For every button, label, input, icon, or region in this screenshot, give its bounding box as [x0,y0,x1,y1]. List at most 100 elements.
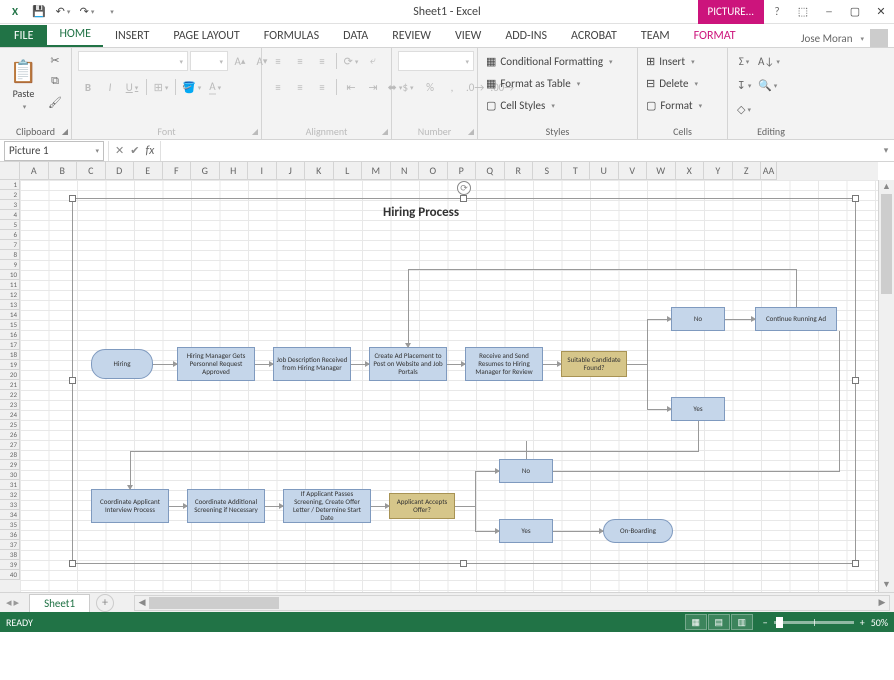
percent-icon[interactable]: % [420,77,440,97]
row-header[interactable]: 35 [0,520,20,530]
format-as-table-button[interactable]: ▦ Format as Table▾ [484,73,582,93]
font-launcher-icon[interactable]: ◢ [252,127,258,137]
wrap-text-icon[interactable]: ⤶ [363,51,383,71]
align-left-icon[interactable]: ≡ [268,77,288,97]
column-header[interactable]: N [391,162,420,180]
row-header[interactable]: 8 [0,250,20,260]
column-header[interactable]: W [647,162,676,180]
conditional-formatting-button[interactable]: ▦ Conditional Formatting▾ [484,51,615,71]
sort-filter-icon[interactable]: A↓▾ [756,51,782,71]
tab-home[interactable]: HOME [47,23,103,47]
qat-customize-icon[interactable]: ▾ [100,1,122,23]
row-header[interactable]: 27 [0,440,20,450]
clipboard-launcher-icon[interactable]: ◢ [62,127,68,137]
hscroll-thumb[interactable] [149,597,279,609]
bold-button[interactable]: B [78,77,98,97]
column-header[interactable]: B [49,162,78,180]
tab-view[interactable]: VIEW [443,25,493,47]
user-area[interactable]: Jose Moran ▾ [801,29,894,47]
align-center-icon[interactable]: ≡ [290,77,310,97]
row-header[interactable]: 40 [0,570,20,580]
row-header[interactable]: 26 [0,430,20,440]
alignment-launcher-icon[interactable]: ◢ [382,127,388,137]
cells-grid[interactable]: ⟳ Hiring Process Hiring Hiring Manager G… [20,180,878,592]
row-header[interactable]: 29 [0,460,20,470]
column-header[interactable]: R [505,162,534,180]
formula-input[interactable] [160,141,878,161]
font-family-select[interactable]: ▾ [78,51,188,71]
column-header[interactable]: F [163,162,192,180]
column-header[interactable]: X [676,162,705,180]
row-header[interactable]: 7 [0,240,20,250]
enter-formula-icon[interactable]: ✔ [130,144,139,157]
tab-team[interactable]: TEAM [629,25,682,47]
row-header[interactable]: 33 [0,500,20,510]
row-header[interactable]: 12 [0,290,20,300]
fx-icon[interactable]: fx [145,144,154,158]
comma-icon[interactable]: , [442,77,462,97]
row-header[interactable]: 38 [0,550,20,560]
row-header[interactable]: 28 [0,450,20,460]
scroll-left-icon[interactable]: ◀ [135,596,149,610]
row-header[interactable]: 24 [0,410,20,420]
orientation-icon[interactable]: ⟳▾ [341,51,361,71]
zoom-slider[interactable] [774,621,854,624]
tab-formulas[interactable]: FORMULAS [252,25,331,47]
minimize-icon[interactable]: ─ [816,0,842,24]
fill-color-icon[interactable]: 🪣▾ [180,77,203,97]
row-header[interactable]: 10 [0,270,20,280]
help-icon[interactable]: ? [764,0,790,24]
row-header[interactable]: 21 [0,380,20,390]
row-header[interactable]: 9 [0,260,20,270]
insert-cells-button[interactable]: ⊞ Insert▾ [644,51,697,71]
column-header[interactable]: D [106,162,135,180]
picture-selection[interactable]: ⟳ Hiring Process Hiring Hiring Manager G… [72,198,856,564]
autosum-icon[interactable]: Σ▾ [734,51,754,71]
increase-indent-icon[interactable]: ⇥ [363,77,383,97]
excel-icon[interactable]: X [4,1,26,23]
horizontal-scrollbar[interactable]: ◀ ▶ [134,595,890,611]
row-header[interactable]: 13 [0,300,20,310]
row-header[interactable]: 36 [0,530,20,540]
tab-file[interactable]: FILE [0,25,47,47]
save-icon[interactable]: 💾 [28,1,50,23]
align-bottom-icon[interactable]: ≡ [312,51,332,71]
row-header[interactable]: 1 [0,180,20,190]
column-header[interactable]: Q [476,162,505,180]
scroll-down-icon[interactable]: ▼ [879,578,894,592]
column-header[interactable]: Z [733,162,762,180]
column-header[interactable]: AA [761,162,777,180]
row-header[interactable]: 2 [0,190,20,200]
vertical-scrollbar[interactable]: ▲ ▼ [878,180,894,592]
expand-formula-bar-icon[interactable]: ▾ [878,145,894,156]
row-header[interactable]: 14 [0,310,20,320]
close-icon[interactable]: ✕ [868,0,894,24]
zoom-level[interactable]: 50% [871,616,888,629]
cell-styles-button[interactable]: ▢ Cell Styles▾ [484,95,557,115]
column-header[interactable]: E [134,162,163,180]
row-header[interactable]: 16 [0,330,20,340]
number-launcher-icon[interactable]: ◢ [468,127,474,137]
row-header[interactable]: 23 [0,400,20,410]
row-header[interactable]: 25 [0,420,20,430]
border-icon[interactable]: ⊞▾ [151,77,171,97]
column-header[interactable]: K [305,162,334,180]
format-painter-icon[interactable]: 🖌 [45,93,65,111]
row-header[interactable]: 34 [0,510,20,520]
align-top-icon[interactable]: ≡ [268,51,288,71]
number-format-select[interactable]: ▾ [398,51,474,71]
scroll-up-icon[interactable]: ▲ [879,180,894,194]
tab-data[interactable]: DATA [331,25,380,47]
redo-icon[interactable]: ↷▾ [76,1,98,23]
align-right-icon[interactable]: ≡ [312,77,332,97]
column-header[interactable]: U [590,162,619,180]
tab-page-layout[interactable]: PAGE LAYOUT [161,25,251,47]
row-header[interactable]: 31 [0,480,20,490]
column-header[interactable]: O [419,162,448,180]
scroll-right-icon[interactable]: ▶ [875,596,889,610]
tab-review[interactable]: REVIEW [380,25,443,47]
zoom-out-icon[interactable]: − [763,616,768,629]
column-header[interactable]: M [362,162,391,180]
paste-button[interactable]: 📋 Paste ▾ [6,51,41,117]
cut-icon[interactable]: ✂ [45,51,65,69]
